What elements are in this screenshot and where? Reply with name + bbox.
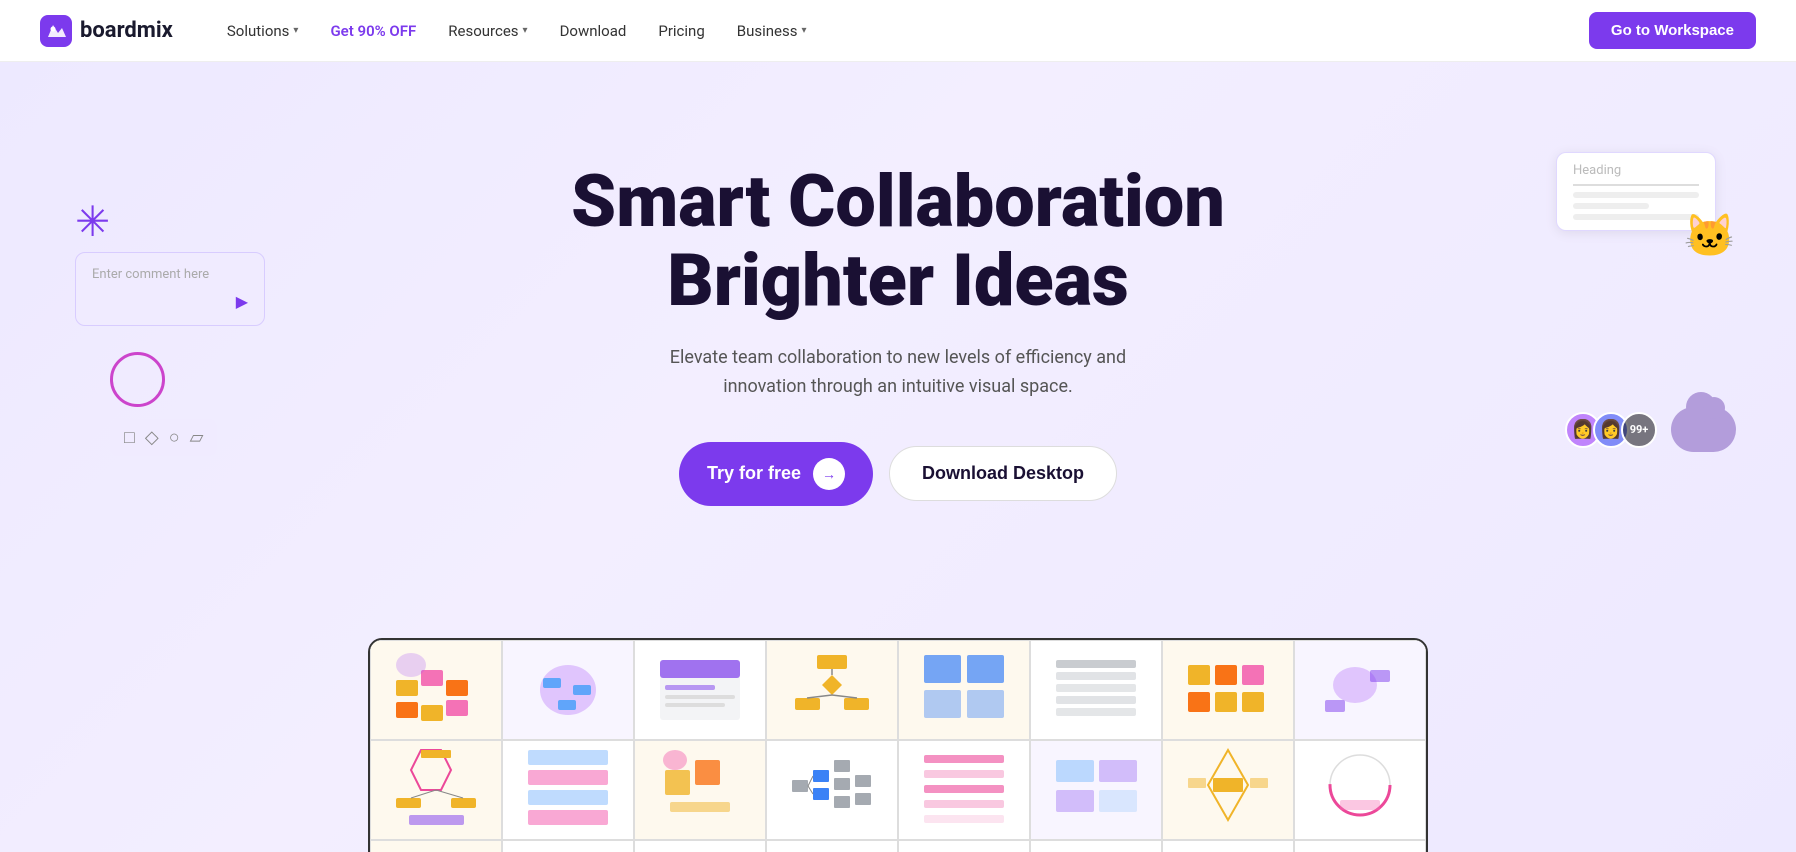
hero-title: Smart Collaboration Brighter Ideas (571, 162, 1225, 320)
hero-section: ✳ Enter comment here ▶ □ ◇ ○ ▱ Heading (0, 62, 1796, 852)
template-cell-1-6 (1030, 640, 1162, 740)
template-cell-2-7 (1162, 740, 1294, 840)
avatar-count-badge: 99+ (1621, 412, 1657, 448)
heading-card-label: Heading (1573, 163, 1699, 186)
heading-card-lines (1573, 192, 1699, 220)
template-cell-3-4 (766, 840, 898, 852)
nav-pricing[interactable]: Pricing (644, 14, 718, 48)
heading-line-full (1573, 192, 1699, 198)
comment-send-area: ▶ (92, 292, 248, 311)
template-cell-1-8 (1294, 640, 1426, 740)
template-grid-wrapper (368, 638, 1428, 852)
template-cell-2-1 (370, 740, 502, 840)
parallelogram-shape-icon: ▱ (190, 427, 204, 448)
template-cell-1-5 (898, 640, 1030, 740)
asterisk-icon: ✳ (75, 202, 265, 244)
oval-shape-icon: ○ (169, 427, 180, 448)
purple-cloud-icon (1671, 407, 1736, 452)
yellow-cloud-icon: 🐱 (1684, 212, 1736, 261)
hero-buttons: Try for free → Download Desktop (571, 442, 1225, 506)
arrow-icon: → (813, 458, 845, 490)
square-shape-icon: □ (124, 427, 135, 448)
nav-business[interactable]: Business ▾ (723, 14, 821, 48)
hero-content: Smart Collaboration Brighter Ideas Eleva… (571, 162, 1225, 506)
template-cell-1-4 (766, 640, 898, 740)
comment-box[interactable]: Enter comment here ▶ (75, 252, 265, 326)
template-cell-2-8 (1294, 740, 1426, 840)
business-chevron-icon: ▾ (802, 25, 807, 36)
comment-placeholder-text: Enter comment here (92, 267, 248, 282)
template-cell-2-5 (898, 740, 1030, 840)
comment-decoration: ✳ Enter comment here ▶ (75, 202, 265, 326)
template-grid-row-3 (370, 840, 1426, 852)
template-cell-1-2 (502, 640, 634, 740)
template-cell-3-6 (1030, 840, 1162, 852)
shape-tools-decoration: □ ◇ ○ ▱ (110, 352, 217, 456)
nav-promo[interactable]: Get 90% OFF (316, 14, 430, 48)
circle-outline-icon (110, 352, 165, 407)
template-cell-3-5 (898, 840, 1030, 852)
template-cell-3-1 (370, 840, 502, 852)
logo-text: boardmix (80, 18, 173, 43)
nav-resources[interactable]: Resources ▾ (434, 14, 541, 48)
template-cell-1-3 (634, 640, 766, 740)
template-cell-2-2 (502, 740, 634, 840)
send-icon[interactable]: ▶ (236, 292, 248, 311)
template-cell-3-7 (1162, 840, 1294, 852)
template-cell-3-8 (1294, 840, 1426, 852)
download-desktop-button[interactable]: Download Desktop (889, 446, 1117, 501)
template-grid-container (368, 638, 1428, 852)
logo[interactable]: boardmix (40, 15, 173, 47)
template-cell-1-1 (370, 640, 502, 740)
diamond-shape-icon: ◇ (145, 427, 159, 448)
avatar-stack: 👩 👩 99+ (1565, 412, 1657, 448)
avatars-decoration: 👩 👩 99+ (1565, 407, 1736, 452)
template-cell-3-2 (502, 840, 634, 852)
template-grid-row-1 (370, 640, 1426, 740)
nav-links: Solutions ▾ Get 90% OFF Resources ▾ Down… (213, 14, 1589, 48)
navbar: boardmix Solutions ▾ Get 90% OFF Resourc… (0, 0, 1796, 62)
template-grid-row-2 (370, 740, 1426, 840)
heading-card-decoration: Heading 🐱 (1556, 152, 1716, 231)
template-cell-2-4 (766, 740, 898, 840)
nav-download[interactable]: Download (546, 14, 641, 48)
boardmix-logo-icon (40, 15, 72, 47)
solutions-chevron-icon: ▾ (293, 25, 298, 36)
go-to-workspace-button[interactable]: Go to Workspace (1589, 12, 1756, 49)
template-cell-2-3 (634, 740, 766, 840)
nav-solutions[interactable]: Solutions ▾ (213, 14, 313, 48)
template-cell-2-6 (1030, 740, 1162, 840)
heading-line-full-2 (1573, 214, 1699, 220)
try-for-free-button[interactable]: Try for free → (679, 442, 873, 506)
shape-tools-row: □ ◇ ○ ▱ (110, 419, 217, 456)
hero-subtitle: Elevate team collaboration to new levels… (658, 344, 1138, 402)
heading-line-short (1573, 203, 1649, 209)
template-cell-3-3 (634, 840, 766, 852)
template-cell-1-7 (1162, 640, 1294, 740)
resources-chevron-icon: ▾ (523, 25, 528, 36)
